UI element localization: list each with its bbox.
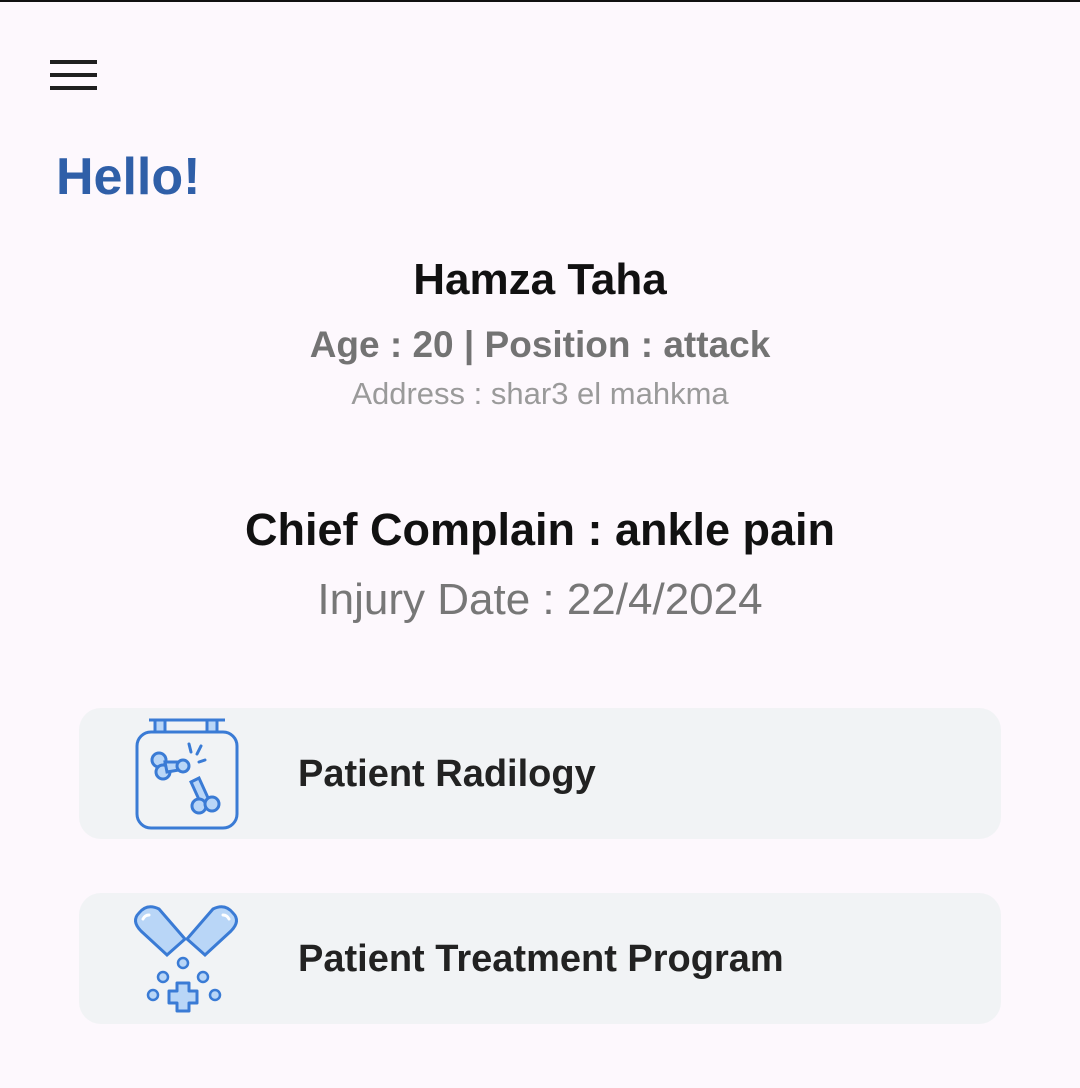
chief-complaint: Chief Complain : ankle pain [244, 504, 836, 555]
greeting-title: Hello! [56, 148, 201, 206]
top-border [0, 0, 1080, 2]
capsule-medication-icon [127, 899, 247, 1015]
menu-icon-line-1 [50, 60, 97, 64]
patient-treatment-program-card[interactable]: Patient Treatment Program [79, 893, 1001, 1024]
patient-name: Hamza Taha [413, 255, 667, 304]
patient-radiology-label: Patient Radilogy [298, 752, 596, 795]
menu-button[interactable] [44, 50, 104, 100]
complaint-section: Chief Complain : ankle pain Injury Date … [0, 500, 1080, 628]
patient-age-position: Age : 20 | Position : attack [309, 324, 771, 365]
menu-icon-line-2 [50, 73, 97, 77]
patient-profile: Hamza Taha Age : 20 | Position : attack … [0, 250, 1080, 414]
menu-icon-line-3 [50, 86, 97, 90]
bone-xray-icon [129, 716, 245, 832]
patient-address: Address : shar3 el mahkma [351, 376, 729, 411]
patient-treatment-program-label: Patient Treatment Program [298, 937, 784, 980]
injury-date: Injury Date : 22/4/2024 [317, 575, 763, 624]
patient-radiology-card[interactable]: Patient Radilogy [79, 708, 1001, 839]
